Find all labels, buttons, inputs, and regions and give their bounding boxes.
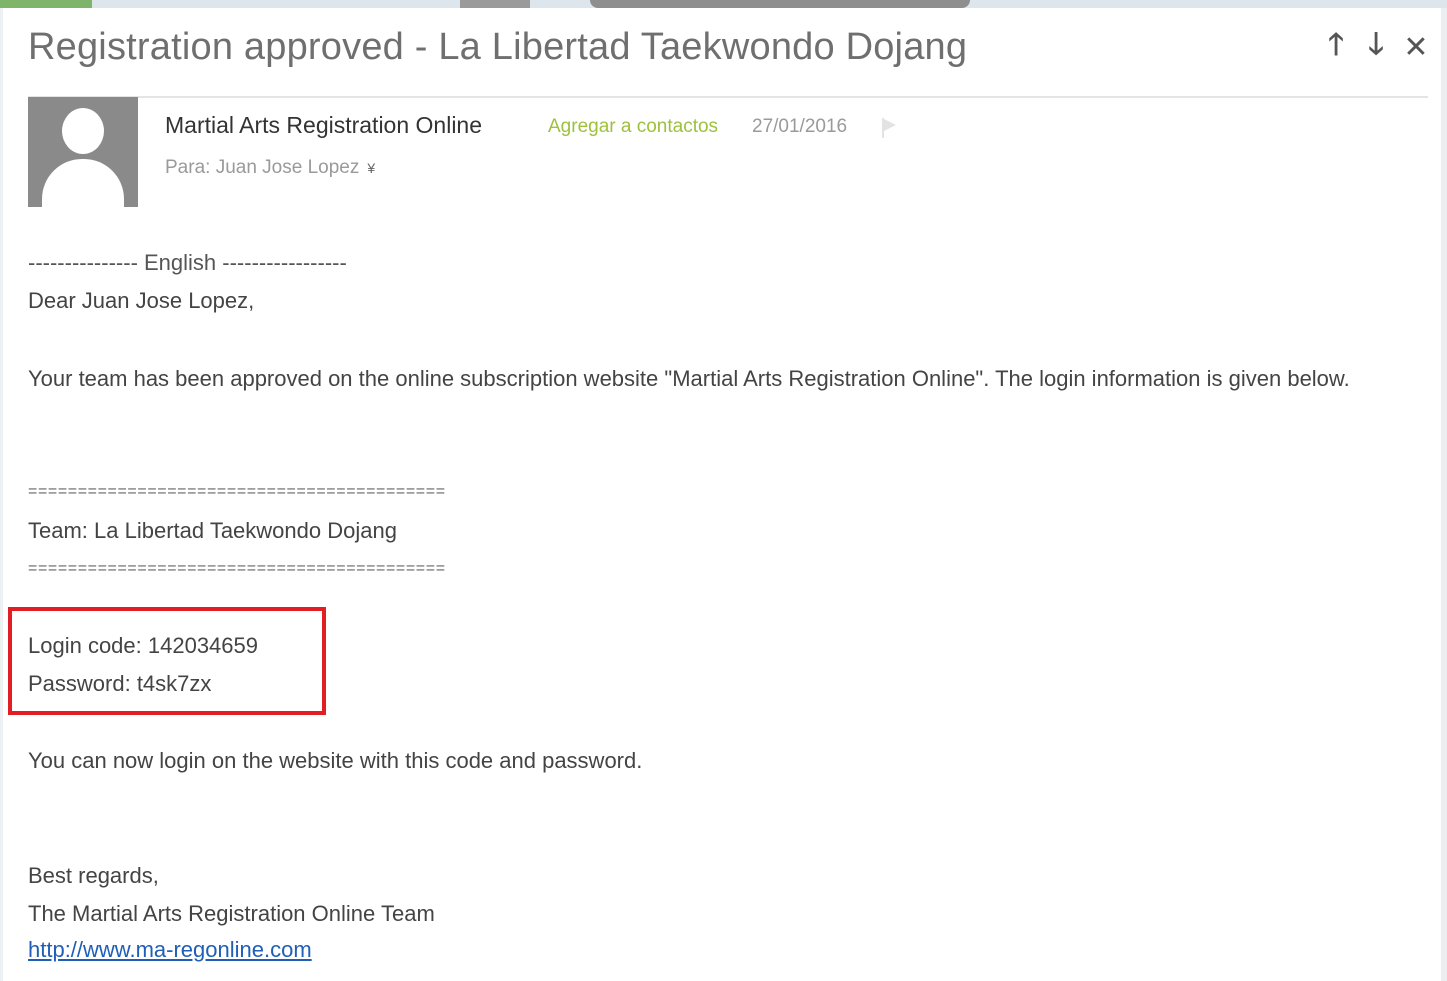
credentials-highlight [8,607,326,715]
team-line: Team: La Libertad Taekwondo Dojang [28,518,397,543]
right-scroll-edge[interactable] [1441,8,1447,981]
top-strip-grey-tab [590,0,970,8]
arrow-up-icon[interactable]: 🡑 [1323,28,1349,64]
email-date: 27/01/2016 [752,116,848,137]
greeting: Dear Juan Jose Lopez, [28,288,255,313]
header-divider [28,96,1428,98]
top-strip-grey [460,0,530,8]
recipient-label: Para: Juan Jose Lopez [165,157,360,178]
recipient-row: Para: Juan Jose Lopez ¥ [165,157,375,179]
arrow-down-icon[interactable]: 🡓 [1363,28,1389,64]
signature: The Martial Arts Registration Online Tea… [28,901,435,926]
login-code: Login code: 142034659 [28,633,258,658]
top-decor-strip [0,0,1447,8]
avatar-head [62,108,104,154]
flag-icon[interactable] [880,116,898,138]
top-strip-green [0,0,92,8]
rule-top: ========================================… [28,483,446,500]
chevron-down-icon[interactable]: ¥ [367,160,375,176]
language-separator: --------------- English ----------------… [28,250,347,275]
closing: Best regards, [28,863,159,888]
sender-name[interactable]: Martial Arts Registration Online [165,112,482,139]
password: Password: t4sk7zx [28,671,212,696]
website-link[interactable]: http://www.ma-regonline.com [28,937,312,963]
message-nav: 🡑 🡓 ✕ [1323,28,1429,64]
instructions: You can now login on the website with th… [28,748,643,773]
rule-bottom: ========================================… [28,560,446,577]
left-edge [0,8,3,981]
add-contact-link[interactable]: Agregar a contactos [548,116,718,138]
intro-paragraph: Your team has been approved on the onlin… [28,366,1350,391]
flag-cloth [884,119,896,131]
avatar-placeholder-icon [28,97,138,207]
avatar-body [42,159,124,207]
close-icon[interactable]: ✕ [1403,30,1429,64]
email-subject: Registration approved - La Libertad Taek… [28,26,968,68]
